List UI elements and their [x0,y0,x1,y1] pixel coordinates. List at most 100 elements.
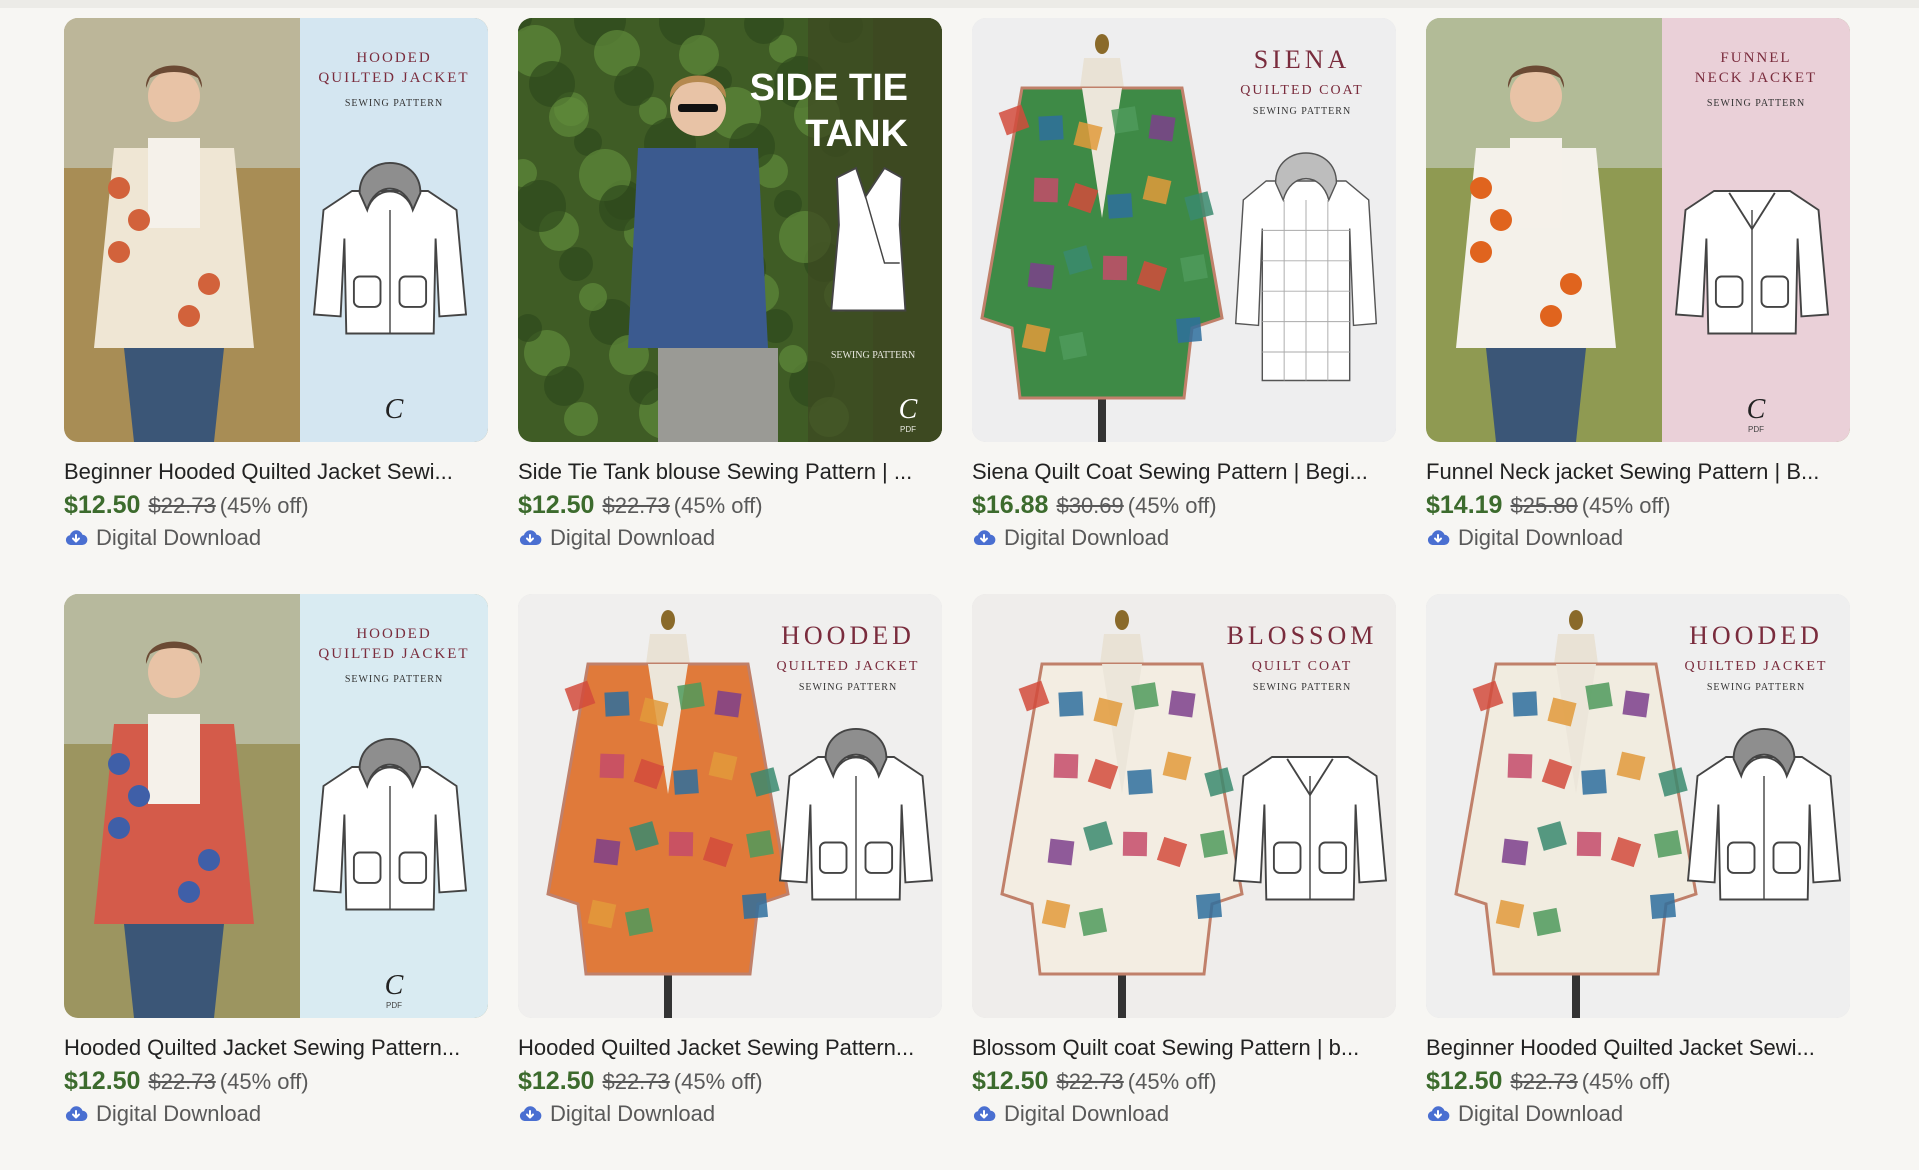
price-row: $16.88 $30.69 (45% off) [972,490,1396,521]
product-image[interactable]: FUNNEL NECK JACKET SEWING PATTERN C PDF [1426,18,1850,442]
thumb-title-line: SIDE TIE [750,67,908,109]
sale-price: $12.50 [1426,1067,1503,1095]
price-row: $12.50 $22.73 (45% off) [518,490,942,521]
thumb-title-line: SIENA [1254,45,1351,74]
sale-price: $12.50 [518,491,595,519]
thumb-title-line: HOODED [356,50,431,66]
original-price: $22.73 [602,1069,670,1094]
sale-price: $14.19 [1426,491,1503,519]
delivery-row: Digital Download [972,1099,1396,1129]
discount-label: (45% off) [673,493,763,518]
product-card[interactable]: HOODED QUILTED JACKET SEWING PATTERN Begin… [1426,594,1850,1170]
thumb-title-line: HOODED [1689,621,1823,650]
product-title[interactable]: Siena Quilt Coat Sewing Pattern | Begi..… [972,458,1396,486]
product-title[interactable]: Blossom Quilt coat Sewing Pattern | b... [972,1034,1396,1062]
delivery-label: Digital Download [550,1101,716,1126]
delivery-row: Digital Download [518,523,942,553]
product-card[interactable]: SIDE TIE TANK SEWING PATTERN C PDF Side Tie … [518,18,942,594]
original-price: $25.80 [1510,493,1578,518]
thumb-title-line: TANK [805,113,908,155]
discount-label: (45% off) [1127,493,1217,518]
thumb-subtitle: SEWING PATTERN [799,682,897,693]
price-row: $14.19 $25.80 (45% off) [1426,490,1850,521]
delivery-row: Digital Download [64,523,488,553]
delivery-row: Digital Download [64,1099,488,1129]
thumb-subtitle: SEWING PATTERN [1253,106,1351,117]
delivery-row: Digital Download [1426,1099,1850,1129]
delivery-row: Digital Download [972,523,1396,553]
cloud-download-icon [518,1102,542,1126]
delivery-label: Digital Download [96,1101,262,1126]
product-image[interactable]: SIDE TIE TANK SEWING PATTERN C PDF [518,18,942,442]
brand-logo: C [385,970,404,1001]
product-card[interactable]: HOODED QUILTED JACKET SEWING PATTERN C Begi… [64,18,488,594]
thumb-subtitle: SEWING PATTERN [345,674,443,685]
delivery-label: Digital Download [1004,525,1170,550]
product-title[interactable]: Beginner Hooded Quilted Jacket Sewi... [1426,1034,1850,1062]
product-image[interactable]: HOODED QUILTED JACKET SEWING PATTERN [1426,594,1850,1018]
thumb-subtitle: SEWING PATTERN [1707,98,1805,109]
original-price: $22.73 [148,493,216,518]
delivery-label: Digital Download [1004,1101,1170,1126]
pdf-mark: PDF [900,425,916,434]
product-title[interactable]: Beginner Hooded Quilted Jacket Sewi... [64,458,488,486]
thumb-title-line: QUILT COAT [1252,659,1353,674]
price-row: $12.50 $22.73 (45% off) [972,1066,1396,1097]
product-image[interactable]: HOODED QUILTED JACKET SEWING PATTERN C PDF [64,594,488,1018]
discount-label: (45% off) [1127,1069,1217,1094]
product-card[interactable]: BLOSSOM QUILT COAT SEWING PATTERN Blossom … [972,594,1396,1170]
pdf-mark: PDF [386,1001,402,1010]
brand-logo: C [899,394,918,425]
sale-price: $12.50 [972,1067,1049,1095]
sale-price: $16.88 [972,491,1049,519]
sale-price: $12.50 [64,1067,141,1095]
thumb-title-line: QUILTED JACKET [318,70,469,86]
original-price: $22.73 [1056,1069,1124,1094]
thumb-title-line: HOODED [781,621,915,650]
original-price: $22.73 [148,1069,216,1094]
thumb-title-line: HOODED [356,626,431,642]
product-image[interactable]: HOODED QUILTED JACKET SEWING PATTERN [518,594,942,1018]
product-image[interactable]: BLOSSOM QUILT COAT SEWING PATTERN [972,594,1396,1018]
original-price: $22.73 [602,493,670,518]
cloud-download-icon [64,1102,88,1126]
thumb-title-line: QUILTED JACKET [777,659,920,674]
discount-label: (45% off) [219,493,309,518]
product-card[interactable]: HOODED QUILTED JACKET SEWING PATTERN C PDF H… [64,594,488,1170]
product-title[interactable]: Funnel Neck jacket Sewing Pattern | B... [1426,458,1850,486]
product-title[interactable]: Hooded Quilted Jacket Sewing Pattern... [64,1034,488,1062]
thumb-title-line: QUILTED JACKET [318,646,469,662]
delivery-label: Digital Download [1458,1101,1624,1126]
cloud-download-icon [1426,1102,1450,1126]
thumb-subtitle: SEWING PATTERN [831,350,915,361]
thumb-title-line: QUILTED COAT [1240,83,1363,98]
price-row: $12.50 $22.73 (45% off) [1426,1066,1850,1097]
product-title[interactable]: Side Tie Tank blouse Sewing Pattern | ..… [518,458,942,486]
cloud-download-icon [972,1102,996,1126]
delivery-label: Digital Download [1458,525,1624,550]
discount-label: (45% off) [219,1069,309,1094]
product-card[interactable]: FUNNEL NECK JACKET SEWING PATTERN C PDF Funn… [1426,18,1850,594]
sale-price: $12.50 [518,1067,595,1095]
price-row: $12.50 $22.73 (45% off) [64,490,488,521]
cloud-download-icon [518,526,542,550]
product-card[interactable]: HOODED QUILTED JACKET SEWING PATTERN Hoode… [518,594,942,1170]
brand-logo: C [385,394,404,425]
brand-logo: C [1747,394,1766,425]
delivery-row: Digital Download [1426,523,1850,553]
pdf-mark: PDF [1748,425,1764,434]
delivery-label: Digital Download [550,525,716,550]
cloud-download-icon [972,526,996,550]
delivery-label: Digital Download [96,525,262,550]
cloud-download-icon [64,526,88,550]
product-card[interactable]: SIENA QUILTED COAT SEWING PATTERN Siena Qu… [972,18,1396,594]
thumb-subtitle: SEWING PATTERN [1707,682,1805,693]
product-grid: HOODED QUILTED JACKET SEWING PATTERN C Begi… [64,18,1850,1170]
thumb-title-line: QUILTED JACKET [1685,659,1828,674]
product-image[interactable]: SIENA QUILTED COAT SEWING PATTERN [972,18,1396,442]
sale-price: $12.50 [64,491,141,519]
original-price: $30.69 [1056,493,1124,518]
discount-label: (45% off) [1581,493,1671,518]
product-title[interactable]: Hooded Quilted Jacket Sewing Pattern... [518,1034,942,1062]
product-image[interactable]: HOODED QUILTED JACKET SEWING PATTERN C [64,18,488,442]
